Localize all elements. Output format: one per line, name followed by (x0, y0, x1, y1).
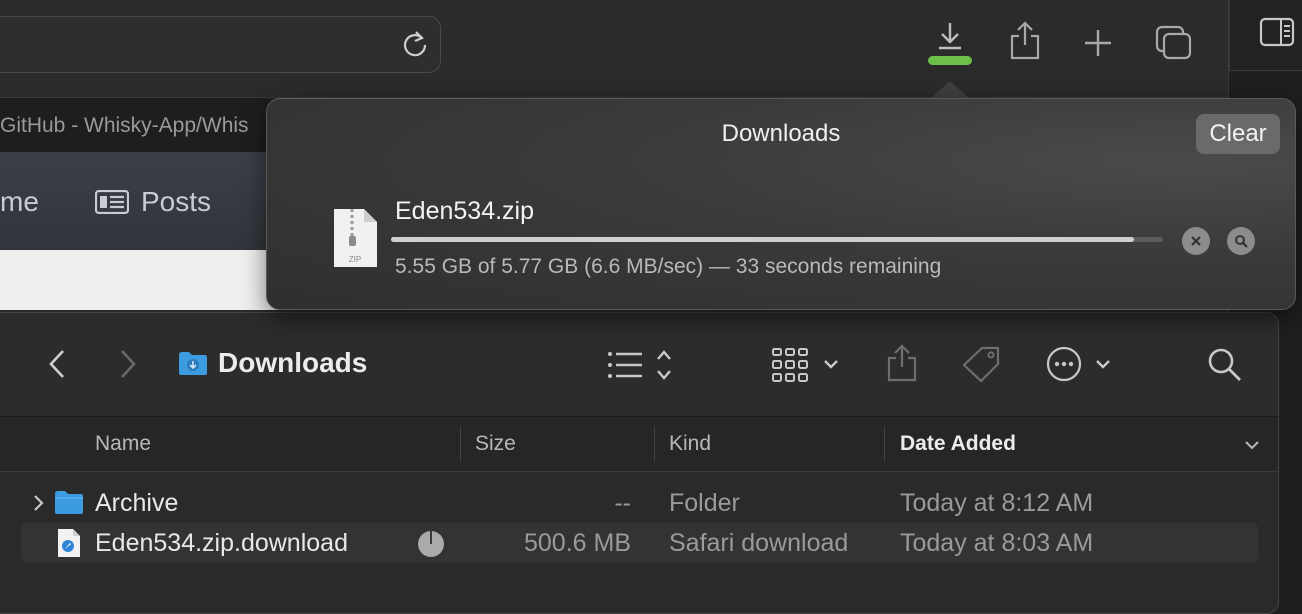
file-row[interactable]: Archive -- Folder Today at 8:12 AM (21, 483, 1258, 523)
finder-title: Downloads (218, 347, 368, 378)
show-in-finder-button[interactable] (1227, 227, 1255, 255)
safari-download-file-icon (58, 529, 80, 557)
file-date-added: Today at 8:12 AM (900, 489, 1094, 517)
column-divider[interactable] (884, 427, 885, 461)
tag-icon[interactable] (960, 345, 1002, 383)
group-by-icon[interactable] (771, 347, 843, 383)
sort-chevron-icon[interactable] (1244, 439, 1260, 451)
new-tab-icon[interactable] (1083, 28, 1113, 58)
right-toolbar (1229, 0, 1302, 71)
column-date-added[interactable]: Date Added (900, 432, 1016, 456)
file-date-added: Today at 8:03 AM (900, 529, 1094, 557)
share-icon[interactable] (1008, 20, 1042, 62)
clear-button[interactable]: Clear (1196, 114, 1280, 154)
popover-arrow (930, 81, 970, 99)
zip-icon-label: ZIP (349, 255, 361, 264)
finder-toolbar: Downloads (0, 313, 1278, 417)
downloads-folder-icon (179, 352, 207, 375)
column-header: Name Size Kind Date Added (0, 417, 1278, 472)
disclosure-triangle-icon[interactable] (32, 494, 44, 512)
posts-icon (95, 190, 129, 214)
sidebar-icon[interactable] (1259, 17, 1295, 47)
cancel-download-button[interactable] (1182, 227, 1210, 255)
more-actions-icon[interactable] (1046, 346, 1116, 382)
file-size: 500.6 MB (523, 529, 631, 557)
reload-icon[interactable] (401, 29, 429, 59)
download-progress-fill (391, 237, 1134, 242)
close-icon (1191, 236, 1201, 246)
download-progress-bar (391, 237, 1163, 242)
file-name: Archive (95, 489, 179, 517)
column-kind[interactable]: Kind (669, 432, 711, 456)
list-view-icon[interactable] (606, 348, 676, 382)
file-kind: Safari download (669, 529, 849, 557)
back-icon[interactable] (46, 348, 68, 380)
nav-posts-link[interactable]: Posts (95, 186, 211, 218)
nav-posts-label: Posts (141, 186, 212, 217)
file-row[interactable]: Eden534.zip.download 500.6 MB Safari dow… (21, 523, 1258, 563)
search-icon[interactable] (1207, 347, 1243, 383)
download-progress-indicator (928, 56, 972, 65)
column-divider[interactable] (460, 427, 461, 461)
column-name[interactable]: Name (95, 432, 151, 456)
download-status: 5.55 GB of 5.77 GB (6.6 MB/sec) — 33 sec… (395, 255, 942, 278)
address-bar[interactable] (0, 16, 441, 73)
tab-overview-icon[interactable] (1154, 24, 1194, 62)
tab-title[interactable]: GitHub - Whisky-App/Whis (0, 114, 249, 138)
download-file-name[interactable]: Eden534.zip (395, 197, 534, 226)
file-kind: Folder (669, 489, 740, 517)
file-name: Eden534.zip.download (95, 529, 348, 557)
folder-icon (55, 491, 83, 514)
column-size[interactable]: Size (475, 432, 516, 456)
file-size: -- (614, 489, 631, 517)
download-progress-pie-icon (418, 531, 444, 557)
nav-home-link[interactable]: me (0, 186, 39, 218)
popover-title: Downloads (721, 120, 841, 147)
column-divider[interactable] (654, 427, 655, 461)
forward-icon[interactable] (117, 348, 139, 380)
finder-window: Downloads Name Size Kind Date Added Arch… (0, 312, 1279, 614)
zip-file-icon: ZIP (334, 209, 377, 267)
share-icon[interactable] (886, 343, 918, 383)
download-icon[interactable] (934, 20, 966, 52)
downloads-popover: Downloads Clear ZIP Eden534.zip 5.55 GB … (266, 98, 1296, 310)
magnifier-icon (1235, 235, 1248, 248)
